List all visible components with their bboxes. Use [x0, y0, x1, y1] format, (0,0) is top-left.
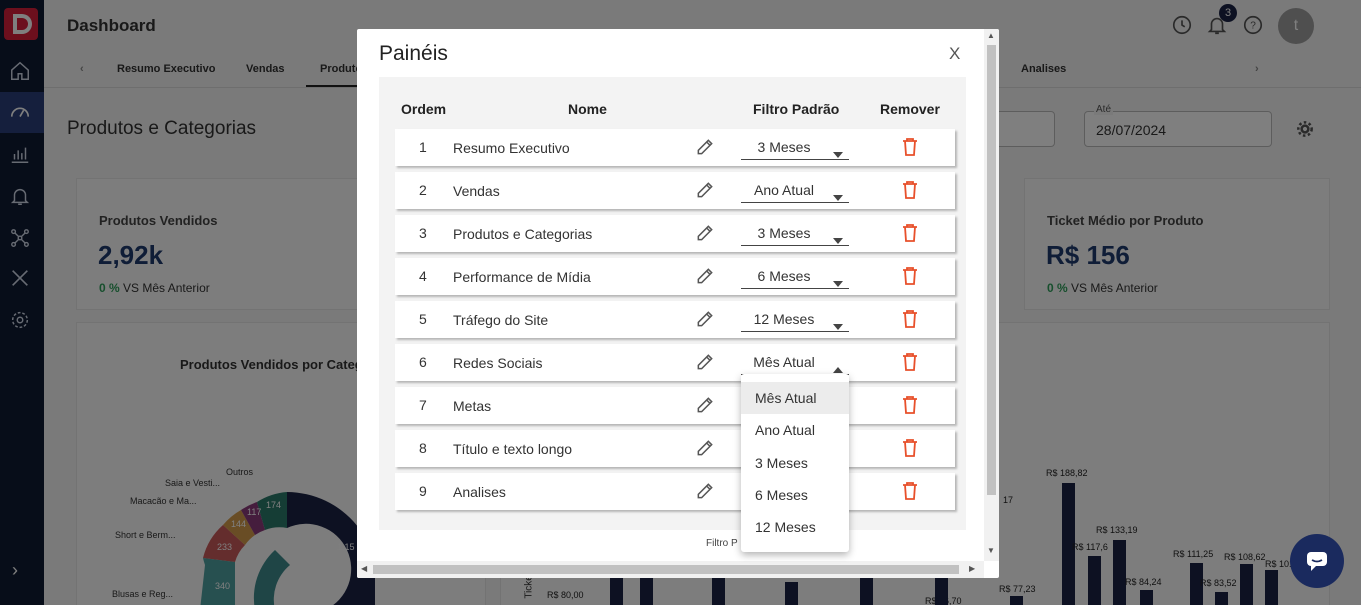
vertical-scroll-thumb[interactable]	[987, 45, 996, 495]
trash-icon[interactable]	[902, 310, 918, 333]
chevron-down-icon	[833, 145, 843, 163]
dropdown-option-6-meses[interactable]: 6 Meses	[741, 479, 849, 511]
col-header-filter: Filtro Padrão	[753, 101, 840, 117]
edit-pencil-icon[interactable]	[695, 137, 715, 162]
dropdown-option-3-meses[interactable]: 3 Meses	[741, 447, 849, 479]
panel-row[interactable]: 8 Título e texto longo	[395, 430, 955, 467]
filter-dropdown-menu: Mês Atual Ano Atual 3 Meses 6 Meses 12 M…	[741, 374, 849, 552]
filter-select-value: 3 Meses	[757, 139, 811, 155]
horizontal-scroll-thumb[interactable]	[373, 565, 959, 574]
row-name: Metas	[453, 398, 492, 414]
edit-pencil-icon[interactable]	[695, 180, 715, 205]
filter-select-value: 3 Meses	[757, 225, 811, 241]
chat-bubble-icon	[1307, 552, 1327, 571]
row-order: 6	[419, 354, 427, 370]
panels-table: Ordem Nome Filtro Padrão Remover 1 Resumo…	[379, 77, 966, 530]
row-order: 2	[419, 182, 427, 198]
filtro-peek-text: Filtro P	[706, 538, 738, 549]
dropdown-option-ano-atual[interactable]: Ano Atual	[741, 414, 849, 446]
edit-pencil-icon[interactable]	[695, 309, 715, 334]
row-order: 4	[419, 268, 427, 284]
panel-row[interactable]: 4 Performance de Mídia 6 Meses	[395, 258, 955, 295]
row-name: Vendas	[453, 183, 500, 199]
edit-pencil-icon[interactable]	[695, 352, 715, 377]
filter-select[interactable]: 12 Meses	[741, 307, 849, 332]
row-name: Redes Sociais	[453, 355, 543, 371]
scroll-right-arrow-icon[interactable]: ▶	[969, 564, 975, 573]
panel-row[interactable]: 2 Vendas Ano Atual	[395, 172, 955, 209]
dropdown-option-12-meses[interactable]: 12 Meses	[741, 511, 849, 543]
filter-select-value: 12 Meses	[753, 311, 815, 327]
scroll-down-arrow-icon[interactable]: ▼	[987, 546, 995, 555]
panel-row[interactable]: 3 Produtos e Categorias 3 Meses	[395, 215, 955, 252]
row-name: Título e texto longo	[453, 441, 573, 457]
paineis-modal: Painéis X Ordem Nome Filtro Padrão Remov…	[357, 29, 999, 578]
filter-select[interactable]: Ano Atual	[741, 178, 849, 203]
chevron-down-icon	[833, 231, 843, 249]
panel-row[interactable]: 1 Resumo Executivo 3 Meses	[395, 129, 955, 166]
filter-select[interactable]: 6 Meses	[741, 264, 849, 289]
row-order: 3	[419, 225, 427, 241]
row-name: Analises	[453, 484, 506, 500]
filter-select[interactable]: 3 Meses	[741, 135, 849, 160]
trash-icon[interactable]	[902, 353, 918, 376]
trash-icon[interactable]	[902, 439, 918, 462]
modal-title: Painéis	[379, 42, 448, 65]
edit-pencil-icon[interactable]	[695, 223, 715, 248]
dropdown-option-mes-atual[interactable]: Mês Atual	[741, 382, 849, 414]
row-name: Performance de Mídia	[453, 269, 591, 285]
panel-row[interactable]: 6 Redes Sociais Mês Atual	[395, 344, 955, 381]
chat-support-button[interactable]	[1290, 534, 1344, 588]
row-order: 9	[419, 483, 427, 499]
col-header-name: Nome	[568, 101, 607, 117]
edit-pencil-icon[interactable]	[695, 266, 715, 291]
scroll-up-arrow-icon[interactable]: ▲	[987, 31, 995, 40]
chevron-down-icon	[833, 188, 843, 206]
edit-pencil-icon[interactable]	[695, 481, 715, 506]
panel-row[interactable]: 9 Analises	[395, 473, 955, 510]
panel-row[interactable]: 7 Metas	[395, 387, 955, 424]
row-name: Tráfego do Site	[453, 312, 549, 328]
trash-icon[interactable]	[902, 181, 918, 204]
modal-horizontal-scrollbar[interactable]: ◀ ▶	[357, 561, 984, 578]
row-name: Resumo Executivo	[453, 140, 570, 156]
trash-icon[interactable]	[902, 482, 918, 505]
filter-select-value: 6 Meses	[757, 268, 811, 284]
trash-icon[interactable]	[902, 138, 918, 161]
panel-row[interactable]: 5 Tráfego do Site 12 Meses	[395, 301, 955, 338]
trash-icon[interactable]	[902, 267, 918, 290]
filter-select[interactable]: Mês Atual	[741, 350, 849, 375]
filter-select-value: Mês Atual	[753, 354, 815, 370]
modal-vertical-scrollbar[interactable]: ▲ ▼	[984, 29, 999, 561]
row-name: Produtos e Categorias	[453, 226, 593, 242]
trash-icon[interactable]	[902, 396, 918, 419]
chevron-down-icon	[833, 274, 843, 292]
edit-pencil-icon[interactable]	[695, 395, 715, 420]
scroll-left-arrow-icon[interactable]: ◀	[361, 564, 367, 573]
row-order: 7	[419, 397, 427, 413]
row-order: 8	[419, 440, 427, 456]
trash-icon[interactable]	[902, 224, 918, 247]
col-header-order: Ordem	[401, 101, 447, 117]
chevron-down-icon	[833, 317, 843, 335]
row-order: 5	[419, 311, 427, 327]
row-order: 1	[419, 139, 427, 155]
filter-select[interactable]: 3 Meses	[741, 221, 849, 246]
modal-close-button[interactable]: X	[949, 44, 960, 64]
edit-pencil-icon[interactable]	[695, 438, 715, 463]
filter-select-value: Ano Atual	[754, 182, 814, 198]
col-header-remove: Remover	[880, 101, 940, 117]
